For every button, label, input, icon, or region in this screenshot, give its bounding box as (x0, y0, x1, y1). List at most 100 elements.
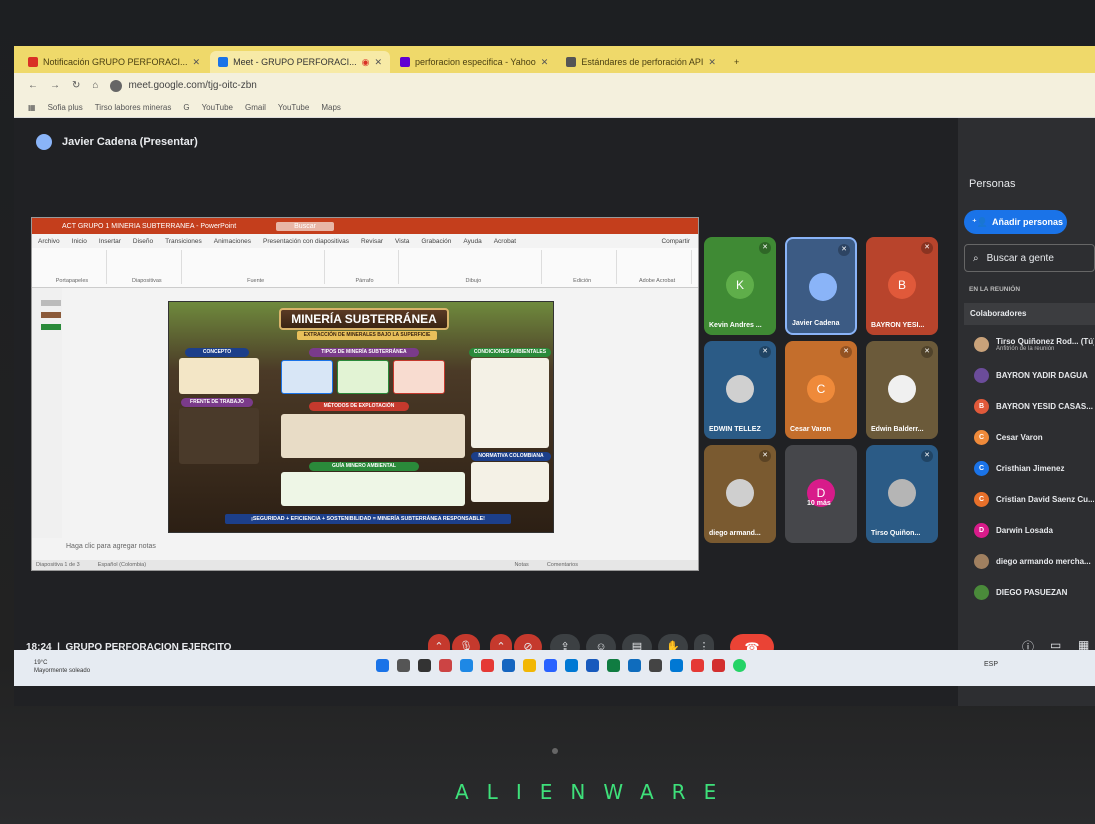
gmail-icon (28, 57, 38, 67)
person-row[interactable]: C Cristhian Jimenez (974, 460, 1094, 476)
person-row[interactable]: BAYRON YADIR DAGUA (974, 367, 1094, 383)
close-icon[interactable]: ✕ (374, 57, 382, 68)
edge-icon[interactable] (460, 659, 473, 672)
participant-tile[interactable]: ✕ Tirso Quiñon... (866, 445, 938, 543)
ppt-menu-transiciones[interactable]: Transiciones (165, 238, 202, 245)
person-row[interactable]: B BAYRON YESID CASAS... (974, 398, 1094, 414)
mic-off-icon: ✕ (759, 346, 771, 358)
bookmark-youtube-2[interactable]: YouTube (278, 103, 309, 112)
close-icon[interactable]: ✕ (541, 57, 549, 68)
ppt-menu-diseno[interactable]: Diseño (133, 238, 153, 245)
acrobat-icon[interactable] (712, 659, 725, 672)
chrome-icon-2[interactable] (691, 659, 704, 672)
participant-tile[interactable]: B ✕ BAYRON YESI... (866, 237, 938, 335)
tab-gmail[interactable]: Notificación GRUPO PERFORACI... ✕ (20, 51, 208, 73)
bookmark-sofia[interactable]: Sofia plus (48, 103, 83, 112)
browser-tab-bar: Notificación GRUPO PERFORACI... ✕ Meet - … (14, 46, 1095, 73)
ribbon-group-label: Diapositivas (132, 278, 162, 284)
home-icon[interactable]: ⌂ (92, 80, 98, 91)
slide-thumb-2[interactable] (41, 312, 61, 318)
person-row[interactable]: Tirso Quiñonez Rod... (Tú) Anfitrión de l… (974, 336, 1094, 352)
weather-widget[interactable]: 19°C Mayormente soleado (34, 659, 90, 675)
participant-avatar (726, 375, 754, 403)
person-row[interactable]: diego armando mercha... (974, 553, 1094, 569)
url-field[interactable]: meet.google.com/tjg-oitc-zbn (110, 79, 257, 92)
participant-tile[interactable]: ✕ diego armand... (704, 445, 776, 543)
ppt-menu-inicio[interactable]: Inicio (72, 238, 87, 245)
participant-tile[interactable]: K ✕ Kevin Andres ... (704, 237, 776, 335)
frente-box (179, 408, 259, 464)
status-comments[interactable]: Comentarios (547, 562, 578, 568)
settings-icon[interactable] (649, 659, 662, 672)
site-info-icon[interactable] (110, 79, 123, 92)
notes-field[interactable]: Haga clic para agregar notas (66, 543, 156, 550)
ppt-menu-grabacion[interactable]: Grabación (421, 238, 451, 245)
ppt-menu-acrobat[interactable]: Acrobat (494, 238, 516, 245)
concepto-box (179, 358, 259, 394)
whatsapp-icon[interactable] (733, 659, 746, 672)
slide-thumb-1[interactable] (41, 300, 61, 306)
excel-icon[interactable] (607, 659, 620, 672)
ppt-search-box[interactable]: Buscar (276, 221, 334, 231)
person-avatar (974, 336, 989, 352)
participant-avatar (726, 479, 754, 507)
ppt-menu-vista[interactable]: Vista (395, 238, 409, 245)
apps-icon[interactable]: ▦ (28, 103, 36, 112)
new-tab-button[interactable]: + (726, 51, 747, 73)
participant-tile[interactable]: D 10 más (785, 445, 857, 543)
participant-tile[interactable]: ✕ Javier Cadena (785, 237, 857, 335)
bookmark-youtube[interactable]: YouTube (202, 103, 233, 112)
file-explorer-icon[interactable] (523, 659, 536, 672)
system-tray[interactable]: ESP (984, 661, 998, 668)
bookmark-maps[interactable]: Maps (321, 103, 341, 112)
participant-name: EDWIN TELLEZ (709, 426, 761, 433)
search-people-input[interactable]: ⌕ Buscar a gente (964, 244, 1095, 272)
person-text: DIEGO PASUEZAN (996, 588, 1067, 597)
person-row[interactable]: D Darwin Losada (974, 522, 1094, 538)
ppt-menu-presentacion[interactable]: Presentación con diapositivas (263, 238, 349, 245)
bookmark-google[interactable]: G (183, 103, 189, 112)
person-row[interactable]: C Cesar Varon (974, 429, 1094, 445)
person-row[interactable]: C Cristian David Saenz Cu... (974, 491, 1094, 507)
participant-name: Kevin Andres ... (709, 322, 762, 329)
tab-api[interactable]: Estándares de perforación API ✕ (558, 51, 724, 73)
ppt-menu-insertar[interactable]: Insertar (99, 238, 121, 245)
reload-icon[interactable]: ↻ (72, 80, 80, 91)
ppt-menu-animaciones[interactable]: Animaciones (214, 238, 251, 245)
close-icon[interactable]: ✕ (193, 57, 201, 68)
k-app-icon[interactable] (502, 659, 515, 672)
photos-icon[interactable] (439, 659, 452, 672)
forward-icon[interactable]: → (50, 80, 60, 91)
tab-yahoo[interactable]: perforacion especifica - Yahoo ✕ (392, 51, 556, 73)
task-view-icon[interactable] (418, 659, 431, 672)
search-icon[interactable] (397, 659, 410, 672)
participant-tile[interactable]: ✕ EDWIN TELLEZ (704, 341, 776, 439)
calendar-icon[interactable] (670, 659, 683, 672)
section-guia: GUÍA MINERO AMBIENTAL (309, 462, 419, 471)
status-notes[interactable]: Notas (514, 562, 528, 568)
participant-tile[interactable]: C ✕ Cesar Varon (785, 341, 857, 439)
close-icon[interactable]: ✕ (708, 57, 716, 68)
globe-icon (566, 57, 577, 67)
bookmark-gmail[interactable]: Gmail (245, 103, 266, 112)
ribbon-group: Diapositivas (113, 250, 182, 284)
ppt-share-button[interactable]: Compartir (661, 238, 690, 245)
ppt-menu-revisar[interactable]: Revisar (361, 238, 383, 245)
mail-icon[interactable] (565, 659, 578, 672)
slide-thumb-3[interactable] (41, 324, 61, 330)
outlook-icon[interactable] (628, 659, 641, 672)
store-icon[interactable] (544, 659, 557, 672)
add-people-button[interactable]: ⁺👤 Añadir personas (964, 210, 1067, 234)
person-row[interactable]: DIEGO PASUEZAN (974, 584, 1094, 600)
bookmark-tirso[interactable]: Tirso labores mineras (95, 103, 172, 112)
start-icon[interactable] (376, 659, 389, 672)
guia-box (281, 472, 465, 506)
word-icon[interactable] (586, 659, 599, 672)
collaborators-header[interactable]: Colaboradores (964, 303, 1095, 325)
participant-tile[interactable]: ✕ Edwin Balderr... (866, 341, 938, 439)
tab-meet[interactable]: Meet - GRUPO PERFORACI... ◉ ✕ (210, 51, 391, 73)
chrome-icon[interactable] (481, 659, 494, 672)
ppt-menu-ayuda[interactable]: Ayuda (463, 238, 481, 245)
back-icon[interactable]: ← (28, 80, 38, 91)
ppt-menu-archivo[interactable]: Archivo (38, 238, 60, 245)
